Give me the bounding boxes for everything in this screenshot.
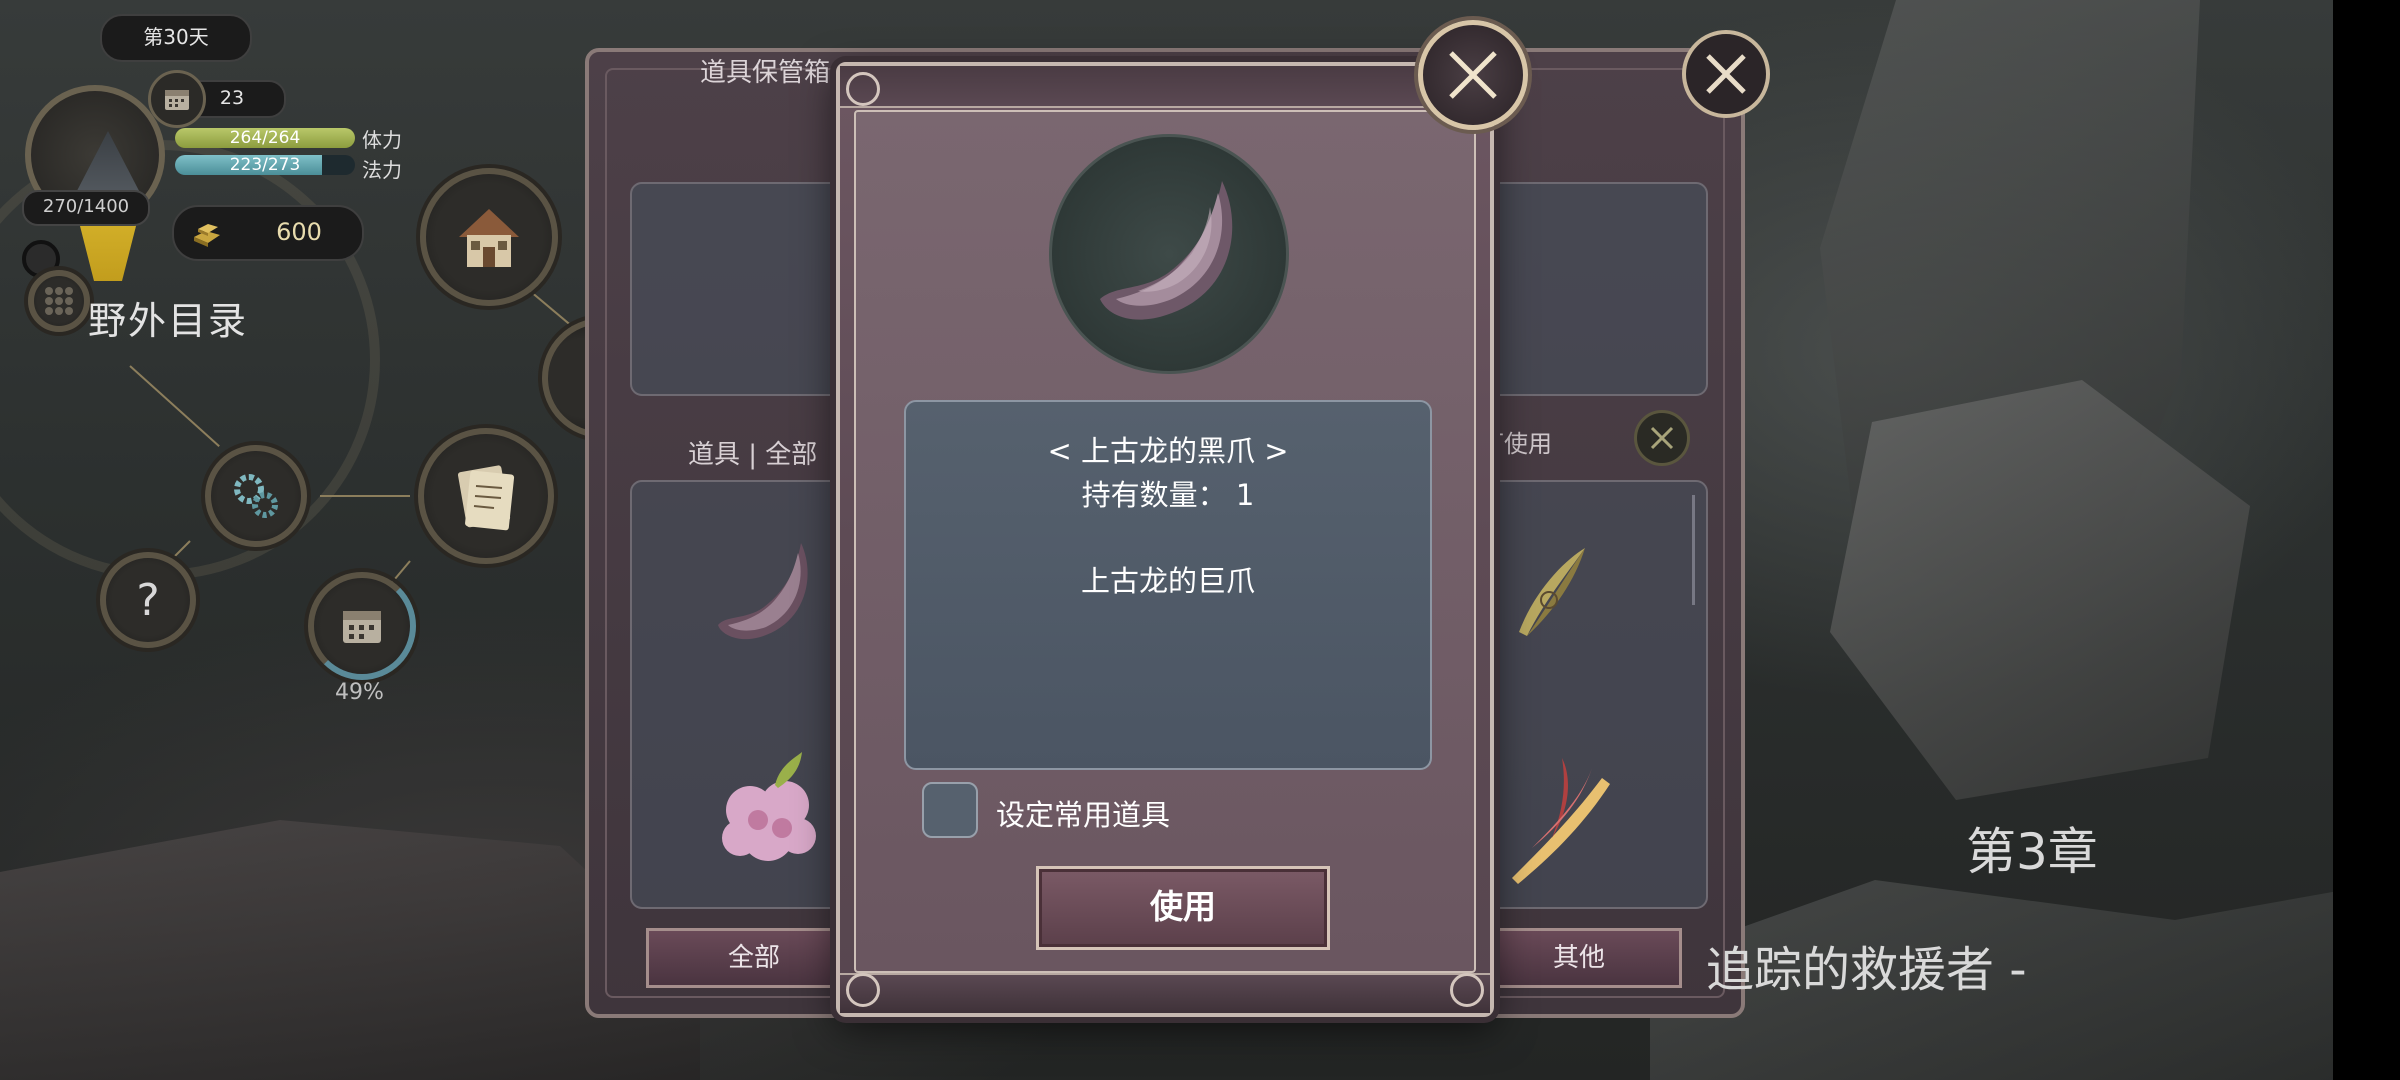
close-icon [1650,426,1674,450]
menu-link [529,290,577,331]
chapter-subtitle: 追踪的救援者 - [1706,942,2027,998]
calendar-badge [148,70,206,128]
grid-icon [45,287,73,315]
gold-value: 600 [276,218,322,246]
hp-value: 264/264 [229,128,301,148]
calendar-progress: 49% [335,680,384,705]
ornament-corner [846,973,880,1007]
gears-icon [234,474,278,518]
chapter-title: 第3章 [1966,823,2098,881]
help-button[interactable]: ? [100,552,196,648]
day-counter: 第30天 [100,14,252,62]
calendar-icon [165,90,189,110]
hp-bar: 264/264 [175,128,355,148]
feather-item[interactable] [1505,540,1595,650]
question-icon: ? [136,575,159,625]
category-label: 道具 | 全部 [688,440,818,470]
dragon-claw-item[interactable] [706,535,826,655]
storage-title: 道具保管箱 [700,58,831,88]
mp-value: 223/273 [229,155,301,175]
favorite-checkbox[interactable] [922,782,978,838]
gold-icon [194,224,220,247]
modal-footer-bar [840,973,1490,1013]
field-menu-label: 野外目录 [88,299,249,343]
gold-counter: 600 [172,205,364,261]
item-count: 持有数量： 1 [1081,478,1255,512]
favorite-label: 设定常用道具 [996,798,1171,832]
home-button[interactable] [420,168,558,306]
player-hud: 第30天 270/1400 23 264/264 体力 223/273 法力 6… [0,0,640,720]
menu-link [320,495,410,497]
hp-label: 体力 [362,128,402,152]
field-menu-button[interactable] [28,270,90,332]
phoenix-feather-item[interactable] [1492,738,1632,888]
screen-edge-bar [2333,0,2400,1080]
calendar-button[interactable] [308,572,416,680]
item-name: < 上古龙的黑爪 > [1047,434,1289,468]
modal-close-button[interactable] [1418,20,1528,130]
modal-header-bar [840,66,1490,108]
list-scrollbar[interactable] [1692,495,1695,605]
use-button[interactable]: 使用 [1036,866,1330,950]
svg-text:?: ? [136,575,159,625]
scroll-icon [457,465,515,531]
storage-close-button[interactable] [1682,30,1770,118]
close-icon [1706,54,1746,94]
item-portrait [1049,134,1289,374]
xp-counter: 270/1400 [22,190,150,226]
house-icon [459,209,519,267]
ornament-corner [846,72,880,106]
berry-item[interactable] [710,740,830,870]
tab-other[interactable]: 其他 [1476,928,1682,988]
mp-bar: 223/273 [175,155,355,175]
ornament-corner [1450,973,1484,1007]
item-description: 上古龙的巨爪 [1080,564,1255,598]
quick-use-toggle[interactable] [1634,410,1690,466]
settings-button[interactable] [205,445,307,547]
close-icon [1449,51,1497,99]
dragon-claw-icon [1100,181,1233,320]
calendar-icon [343,611,381,643]
tab-all[interactable]: 全部 [646,928,862,988]
background-rock [1830,380,2250,800]
mp-label: 法力 [362,158,402,182]
quest-log-button[interactable] [418,428,554,564]
